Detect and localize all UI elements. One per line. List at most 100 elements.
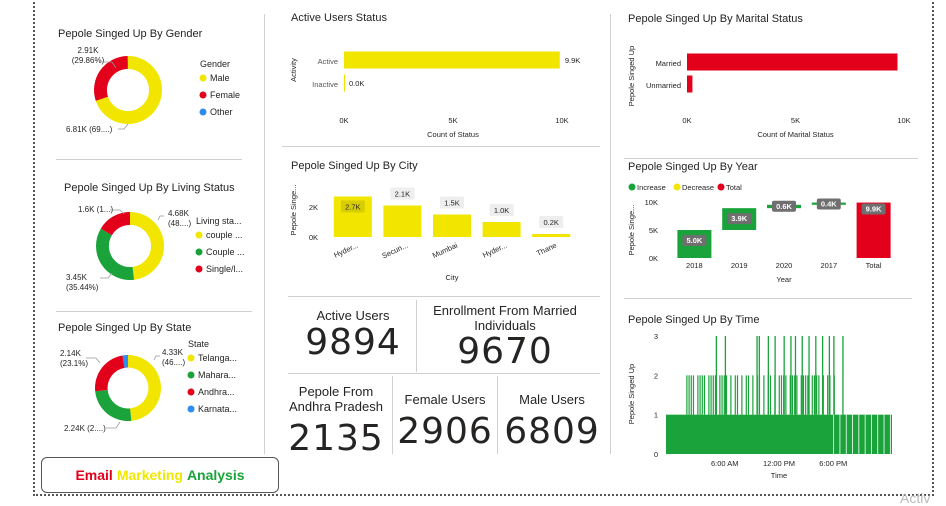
state-leader-line-1 bbox=[106, 421, 121, 429]
gender-data-label-0: 6.81K (69....) bbox=[66, 125, 113, 134]
time-bar-chart: 0 1 2 3 6:00 AM 12:00 PM 6:00 PM Time Pepole Sin… bbox=[627, 332, 892, 480]
time-bar-level-3-2 bbox=[756, 336, 758, 415]
living-legend-label-1: Couple ... bbox=[206, 247, 245, 257]
time-bar-level-3-5 bbox=[774, 336, 776, 415]
time-bar-level-2 bbox=[699, 375, 701, 415]
living-legend-marker-0 bbox=[195, 231, 203, 239]
living-chart-title: Pepole Singed Up By Living Status bbox=[64, 182, 235, 194]
divider-marital bbox=[624, 158, 918, 159]
year-legend-label-1: Decrease bbox=[682, 183, 714, 192]
state-data-label-0: 4.33K (46....) bbox=[162, 348, 185, 367]
time-bar-level-2 bbox=[710, 375, 712, 415]
time-bar-level-2 bbox=[692, 375, 695, 415]
time-bar-level-2 bbox=[741, 375, 743, 415]
state-legend-marker-0 bbox=[187, 354, 195, 362]
year-legend-label-2: Total bbox=[726, 183, 742, 192]
marital-bar-0 bbox=[687, 53, 898, 71]
city-category-label-0: Hyder... bbox=[332, 241, 359, 260]
divider-city bbox=[288, 296, 600, 297]
gender-chart-title: Pepole Singed Up By Gender bbox=[58, 28, 203, 40]
time-bar-level-2 bbox=[712, 375, 714, 415]
time-tick-label-0: 0 bbox=[654, 450, 658, 459]
kpi-female-value: 2906 bbox=[397, 411, 493, 452]
time-x-tick-label-2: 6:00 PM bbox=[819, 459, 847, 468]
gender-legend-marker-0 bbox=[199, 74, 207, 82]
living-legend-title: Living sta... bbox=[196, 216, 242, 226]
city-category-label-3: Hyder... bbox=[481, 241, 508, 260]
city-category-label-4: Thane bbox=[535, 241, 558, 258]
time-bar-level-3-0 bbox=[715, 336, 718, 415]
city-value-label-3: 1.0K bbox=[494, 206, 509, 215]
gender-legend-label-1: Female bbox=[210, 90, 240, 100]
state-leader-line-0 bbox=[153, 355, 160, 361]
active-x-axis-title: Count of Status bbox=[427, 130, 479, 139]
gender-donut-chart: 2.91K (29.86%) 6.81K (69....) Gender Male Fem… bbox=[66, 46, 240, 134]
state-slice-2 bbox=[95, 355, 125, 392]
gender-leader-line-0 bbox=[118, 123, 129, 130]
time-bar-level-2 bbox=[730, 375, 732, 415]
active-category-label-0: Active bbox=[318, 57, 338, 66]
active-tick-label-1: 5K bbox=[448, 116, 457, 125]
gender-legend-marker-2 bbox=[199, 108, 207, 116]
time-bar-level-2 bbox=[827, 375, 829, 415]
time-x-axis-title: Time bbox=[771, 471, 787, 480]
city-bar-1 bbox=[383, 205, 422, 237]
time-bar-level-2 bbox=[818, 375, 820, 415]
state-legend-label-0: Telanga... bbox=[198, 353, 237, 363]
time-bar-level-2 bbox=[688, 375, 690, 415]
time-bar-level-2 bbox=[796, 375, 798, 415]
year-value-label-1: 3.9K bbox=[731, 214, 747, 223]
time-bar-level-2 bbox=[690, 375, 692, 415]
time-bar-gap bbox=[877, 414, 879, 454]
city-bar-2 bbox=[433, 214, 471, 237]
time-bar-level-2 bbox=[719, 375, 721, 415]
city-value-label-4: 0.2K bbox=[543, 218, 558, 227]
active-category-label-1: Inactive bbox=[312, 80, 338, 89]
active-tick-label-0: 0K bbox=[339, 116, 348, 125]
living-data-label-0: 4.68K (48....) bbox=[168, 209, 191, 228]
year-y-axis-title: Pepole Singe... bbox=[627, 205, 636, 256]
time-bar-level-3-6 bbox=[783, 336, 785, 415]
marital-tick-label-2: 10K bbox=[897, 116, 910, 125]
year-value-label-3: 0.4K bbox=[821, 200, 837, 209]
state-donut-chart: 2.14K (23.1%) 4.33K (46....) 2.24K (2....) St… bbox=[60, 339, 237, 433]
marital-category-label-1: Unmarried bbox=[646, 81, 681, 90]
year-legend-marker-1 bbox=[673, 183, 681, 191]
year-tick-label-0: 0K bbox=[649, 254, 658, 263]
marital-tick-label-1: 5K bbox=[791, 116, 800, 125]
time-bar-gap bbox=[871, 414, 872, 454]
marital-bar-1 bbox=[687, 75, 693, 93]
time-bar-level-2 bbox=[723, 375, 725, 415]
time-bar-gap bbox=[858, 414, 860, 454]
active-bar-1 bbox=[344, 74, 345, 92]
time-bar-gap bbox=[883, 414, 885, 454]
marital-chart-title: Pepole Singed Up By Marital Status bbox=[628, 13, 803, 25]
gender-legend-marker-1 bbox=[199, 91, 207, 99]
living-legend-marker-2 bbox=[195, 265, 203, 273]
year-chart-title: Pepole Singed Up By Year bbox=[628, 161, 758, 173]
time-bar-level-2 bbox=[805, 375, 807, 415]
marital-x-axis-title: Count of Marital Status bbox=[757, 130, 834, 139]
year-value-label-4: 9.9K bbox=[866, 205, 882, 214]
time-bar-level-2 bbox=[811, 375, 813, 415]
time-bar-level-2 bbox=[734, 375, 736, 415]
state-legend-title: State bbox=[188, 339, 209, 349]
living-legend-label-2: Single/l... bbox=[206, 264, 243, 274]
year-value-label-0: 5.0K bbox=[686, 236, 702, 245]
year-waterfall-chart: Increase Decrease Total 0K 5K 10K 5.0K 2018 3.9K… bbox=[627, 183, 891, 284]
time-bar-gap bbox=[833, 414, 835, 454]
time-bar-level-3-1 bbox=[724, 336, 727, 415]
marital-bar-chart: Married Unmarried 0K 5K 10K Count of Marital … bbox=[627, 46, 911, 139]
city-value-label-1: 2.1K bbox=[395, 190, 410, 199]
time-chart-title: Pepole Singed Up By Time bbox=[628, 314, 760, 326]
time-bar-level-3-3 bbox=[758, 336, 760, 415]
time-bar-level-2 bbox=[802, 375, 805, 415]
marital-category-label-0: Married bbox=[656, 59, 681, 68]
time-bar-level-2 bbox=[708, 375, 710, 415]
kpi-married-enroll-label: Enrollment From Married Individuals bbox=[433, 303, 577, 333]
city-tick-label-1: 2K bbox=[309, 203, 318, 212]
active-bar-0 bbox=[344, 51, 560, 69]
city-value-label-0: 2.7K bbox=[345, 203, 360, 212]
time-y-axis-title: Pepole Singed Up bbox=[627, 364, 636, 424]
year-category-label-4: Total bbox=[866, 261, 882, 270]
